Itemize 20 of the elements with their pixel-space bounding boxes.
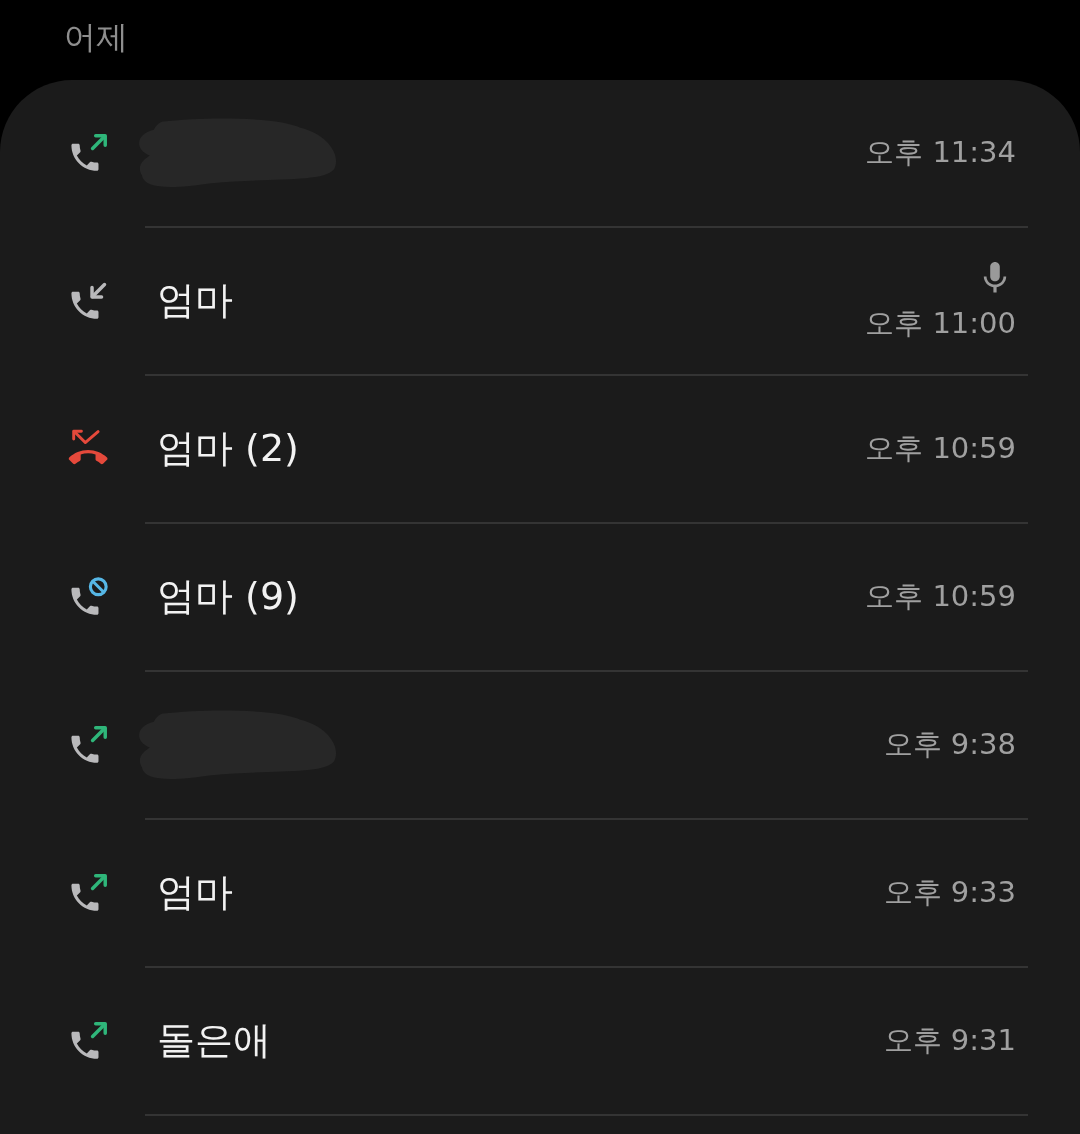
section-header: 어제: [64, 21, 128, 58]
call-log-row[interactable]: 엄마 (2) 오후 10:59: [0, 376, 1080, 522]
call-log-row[interactable]: 엄마 오후 11:00: [0, 228, 1080, 374]
call-time: 오후 9:31: [883, 1025, 1016, 1057]
call-log-row[interactable]: 오후 11:34: [0, 80, 1080, 226]
contact-name: 엄마 (2): [157, 426, 299, 472]
call-log-row[interactable]: 돌은애 오후 9:31: [0, 968, 1080, 1114]
call-time: 오후 10:59: [865, 433, 1016, 465]
call-log-row[interactable]: 오후 9:38: [0, 672, 1080, 818]
contact-name: 엄마 (9): [157, 574, 299, 620]
call-log-row[interactable]: 엄마 (9) 오후 10:59: [0, 524, 1080, 670]
contact-name: 엄마: [157, 278, 233, 324]
call-time: 오후 11:34: [865, 137, 1016, 169]
call-time: 오후 11:00: [865, 308, 1016, 340]
contact-name: 엄마: [157, 870, 233, 916]
call-time: 오후 9:38: [883, 729, 1016, 761]
call-time: 오후 10:59: [865, 581, 1016, 613]
call-log-row[interactable]: 엄마 오후 9:33: [0, 820, 1080, 966]
call-time: 오후 9:33: [883, 877, 1016, 909]
contact-name: 돌은애: [157, 1018, 271, 1064]
